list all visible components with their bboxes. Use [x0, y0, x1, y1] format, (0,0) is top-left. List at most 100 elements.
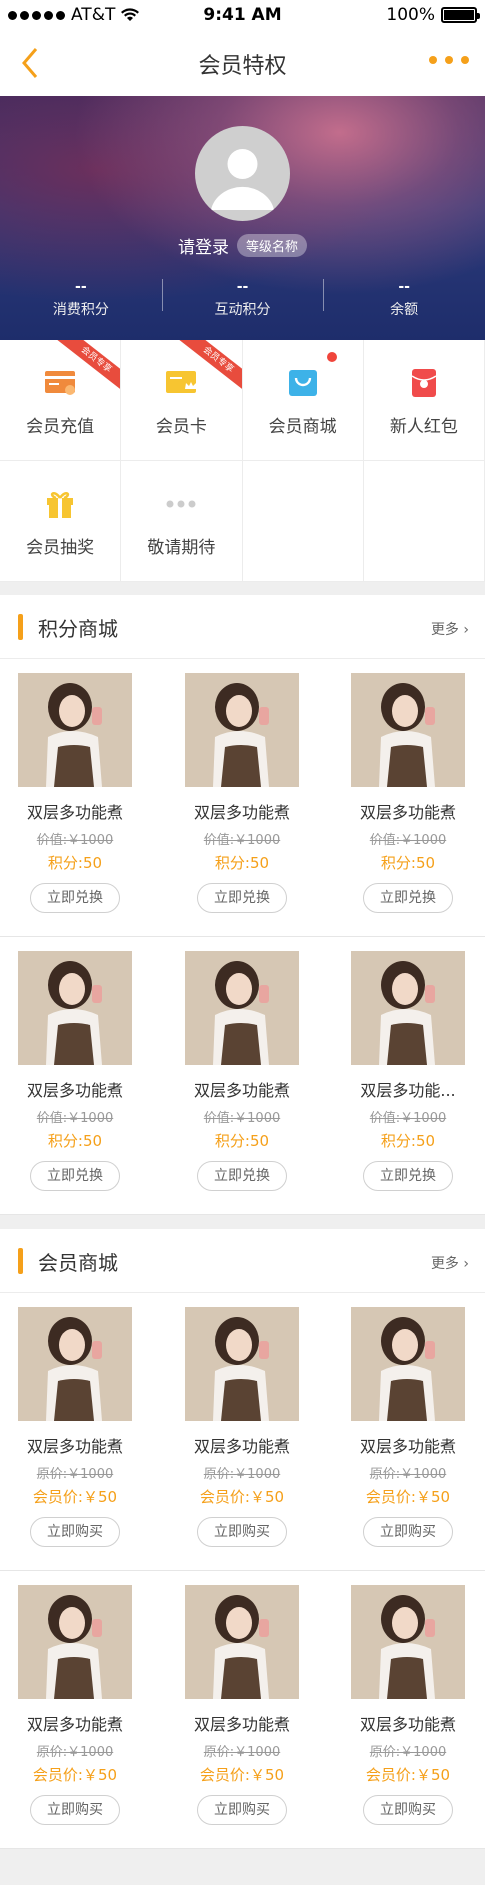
product-image[interactable] — [185, 951, 299, 1065]
product-card[interactable]: 双层多功能煮 价值:￥1000 积分:50 立即兑换 — [185, 673, 299, 913]
product-original-price: 价值:￥1000 — [203, 833, 281, 848]
stat-consume-points[interactable]: -- 消费积分 — [0, 279, 162, 319]
product-image[interactable] — [18, 1307, 132, 1421]
product-original-price: 价值:￥1000 — [369, 1111, 447, 1126]
product-name: 双层多功能煮 — [359, 803, 456, 822]
buy-button[interactable]: 立即购买 — [30, 1795, 120, 1825]
product-image[interactable] — [185, 673, 299, 787]
menu-item-member-card[interactable]: 会员卡 会员专享 — [121, 340, 243, 461]
redeem-button[interactable]: 立即兑换 — [197, 883, 287, 913]
buy-button[interactable]: 立即购买 — [30, 1517, 120, 1547]
stat-value: -- — [236, 279, 249, 295]
product-card[interactable]: 双层多功能煮 价值:￥1000 积分:50 立即兑换 — [185, 951, 299, 1191]
empty-cell — [242, 461, 364, 582]
menu-label: 会员卡 — [155, 417, 207, 437]
product-points: 积分:50 — [47, 854, 103, 872]
section-title: 积分商城 — [38, 617, 118, 641]
stat-value: -- — [75, 279, 87, 295]
product-name: 双层多功能... — [360, 1081, 456, 1100]
user-silhouette-icon — [211, 149, 274, 210]
accent-bar — [18, 1248, 23, 1274]
level-badge: 等级名称 — [236, 234, 307, 257]
product-name: 双层多功能煮 — [193, 1715, 290, 1734]
product-card[interactable]: 双层多功能煮 原价:￥1000 会员价:￥50 立即购买 — [351, 1585, 465, 1825]
product-name: 双层多功能煮 — [193, 1081, 290, 1100]
menu-item-member-mall[interactable]: 会员商城 — [242, 340, 364, 461]
product-photo — [185, 673, 299, 787]
redeem-button[interactable]: 立即兑换 — [197, 1161, 287, 1191]
gift-icon — [47, 492, 74, 518]
redeem-button[interactable]: 立即兑换 — [30, 883, 120, 913]
product-card[interactable]: 双层多功能煮 价值:￥1000 积分:50 立即兑换 — [351, 673, 465, 913]
menu-label: 会员充值 — [26, 417, 95, 437]
ellipsis-icon[interactable] — [429, 56, 469, 64]
status-bar: AT&T 9:41 AM 100% — [0, 0, 485, 30]
avatar[interactable] — [195, 126, 290, 221]
section-header: 会员商城 更多 › — [0, 1229, 485, 1293]
product-card[interactable]: 双层多功能煮 价值:￥1000 积分:50 立即兑换 — [18, 951, 132, 1191]
menu-grid: 会员充值 会员专享 会员卡 会员专享 会员商城 新人红包 会员抽奖 敬请期待 — [0, 340, 485, 582]
product-image[interactable] — [185, 1585, 299, 1699]
redeem-button[interactable]: 立即兑换 — [363, 883, 453, 913]
menu-item-lottery[interactable]: 会员抽奖 — [0, 461, 122, 582]
product-image[interactable] — [18, 951, 132, 1065]
product-image[interactable] — [351, 1585, 465, 1699]
buy-button[interactable]: 立即购买 — [197, 1795, 287, 1825]
menu-item-red-envelope[interactable]: 新人红包 — [363, 340, 485, 461]
product-image[interactable] — [185, 1307, 299, 1421]
buy-button[interactable]: 立即购买 — [363, 1517, 453, 1547]
product-photo — [18, 1307, 132, 1421]
product-image[interactable] — [351, 673, 465, 787]
product-card[interactable]: 双层多功能煮 原价:￥1000 会员价:￥50 立即购买 — [185, 1585, 299, 1825]
product-card[interactable]: 双层多功能... 价值:￥1000 积分:50 立即兑换 — [351, 951, 465, 1191]
product-image[interactable] — [18, 1585, 132, 1699]
redeem-button[interactable]: 立即兑换 — [30, 1161, 120, 1191]
product-member-price: 会员价:￥50 — [199, 1766, 285, 1784]
empty-cell — [363, 461, 485, 582]
product-original-price: 原价:￥1000 — [369, 1745, 447, 1760]
product-image[interactable] — [351, 1307, 465, 1421]
product-photo — [351, 1307, 465, 1421]
profile-header: 请登录 等级名称 -- 消费积分 -- 互动积分 -- 余额 — [0, 96, 485, 340]
product-card[interactable]: 双层多功能煮 原价:￥1000 会员价:￥50 立即购买 — [185, 1307, 299, 1547]
product-member-price: 会员价:￥50 — [32, 1488, 118, 1506]
more-link[interactable]: 更多 › — [431, 619, 469, 639]
product-image[interactable] — [351, 951, 465, 1065]
points-mall-section: 积分商城 更多 › 双层多功能煮 价值:￥1000 积分:50 立即兑换 双层多… — [0, 595, 485, 1215]
product-original-price: 原价:￥1000 — [203, 1467, 281, 1482]
product-card[interactable]: 双层多功能煮 原价:￥1000 会员价:￥50 立即购买 — [18, 1585, 132, 1825]
stat-label: 消费积分 — [52, 302, 109, 318]
stat-balance[interactable]: -- 余额 — [323, 279, 485, 319]
product-member-price: 会员价:￥50 — [32, 1766, 118, 1784]
more-dots-icon — [166, 500, 196, 508]
product-card[interactable]: 双层多功能煮 原价:￥1000 会员价:￥50 立即购买 — [18, 1307, 132, 1547]
product-photo — [185, 951, 299, 1065]
product-photo — [351, 1585, 465, 1699]
product-points: 积分:50 — [214, 1132, 270, 1150]
login-link[interactable]: 请登录 — [178, 233, 229, 258]
menu-item-recharge[interactable]: 会员充值 会员专享 — [0, 340, 122, 461]
product-points: 积分:50 — [380, 1132, 436, 1150]
product-name: 双层多功能煮 — [26, 1715, 123, 1734]
battery-percent: 100% — [386, 5, 435, 25]
more-link[interactable]: 更多 › — [431, 1253, 469, 1273]
product-original-price: 价值:￥1000 — [36, 833, 114, 848]
buy-button[interactable]: 立即购买 — [197, 1517, 287, 1547]
product-points: 积分:50 — [47, 1132, 103, 1150]
product-image[interactable] — [18, 673, 132, 787]
product-row: 双层多功能煮 价值:￥1000 积分:50 立即兑换 双层多功能煮 价值:￥10… — [0, 937, 485, 1215]
product-card[interactable]: 双层多功能煮 价值:￥1000 积分:50 立即兑换 — [18, 673, 132, 913]
recharge-card-icon — [45, 371, 76, 395]
product-member-price: 会员价:￥50 — [365, 1766, 451, 1784]
product-points: 积分:50 — [214, 854, 270, 872]
menu-label: 会员抽奖 — [26, 538, 95, 558]
product-photo — [351, 673, 465, 787]
product-name: 双层多功能煮 — [193, 1437, 290, 1456]
stat-interact-points[interactable]: -- 互动积分 — [161, 279, 324, 319]
redeem-button[interactable]: 立即兑换 — [363, 1161, 453, 1191]
stat-value: -- — [398, 279, 410, 295]
product-card[interactable]: 双层多功能煮 原价:￥1000 会员价:￥50 立即购买 — [351, 1307, 465, 1547]
menu-item-coming-soon[interactable]: 敬请期待 — [121, 461, 243, 582]
shopping-bag-icon — [288, 370, 317, 396]
buy-button[interactable]: 立即购买 — [363, 1795, 453, 1825]
